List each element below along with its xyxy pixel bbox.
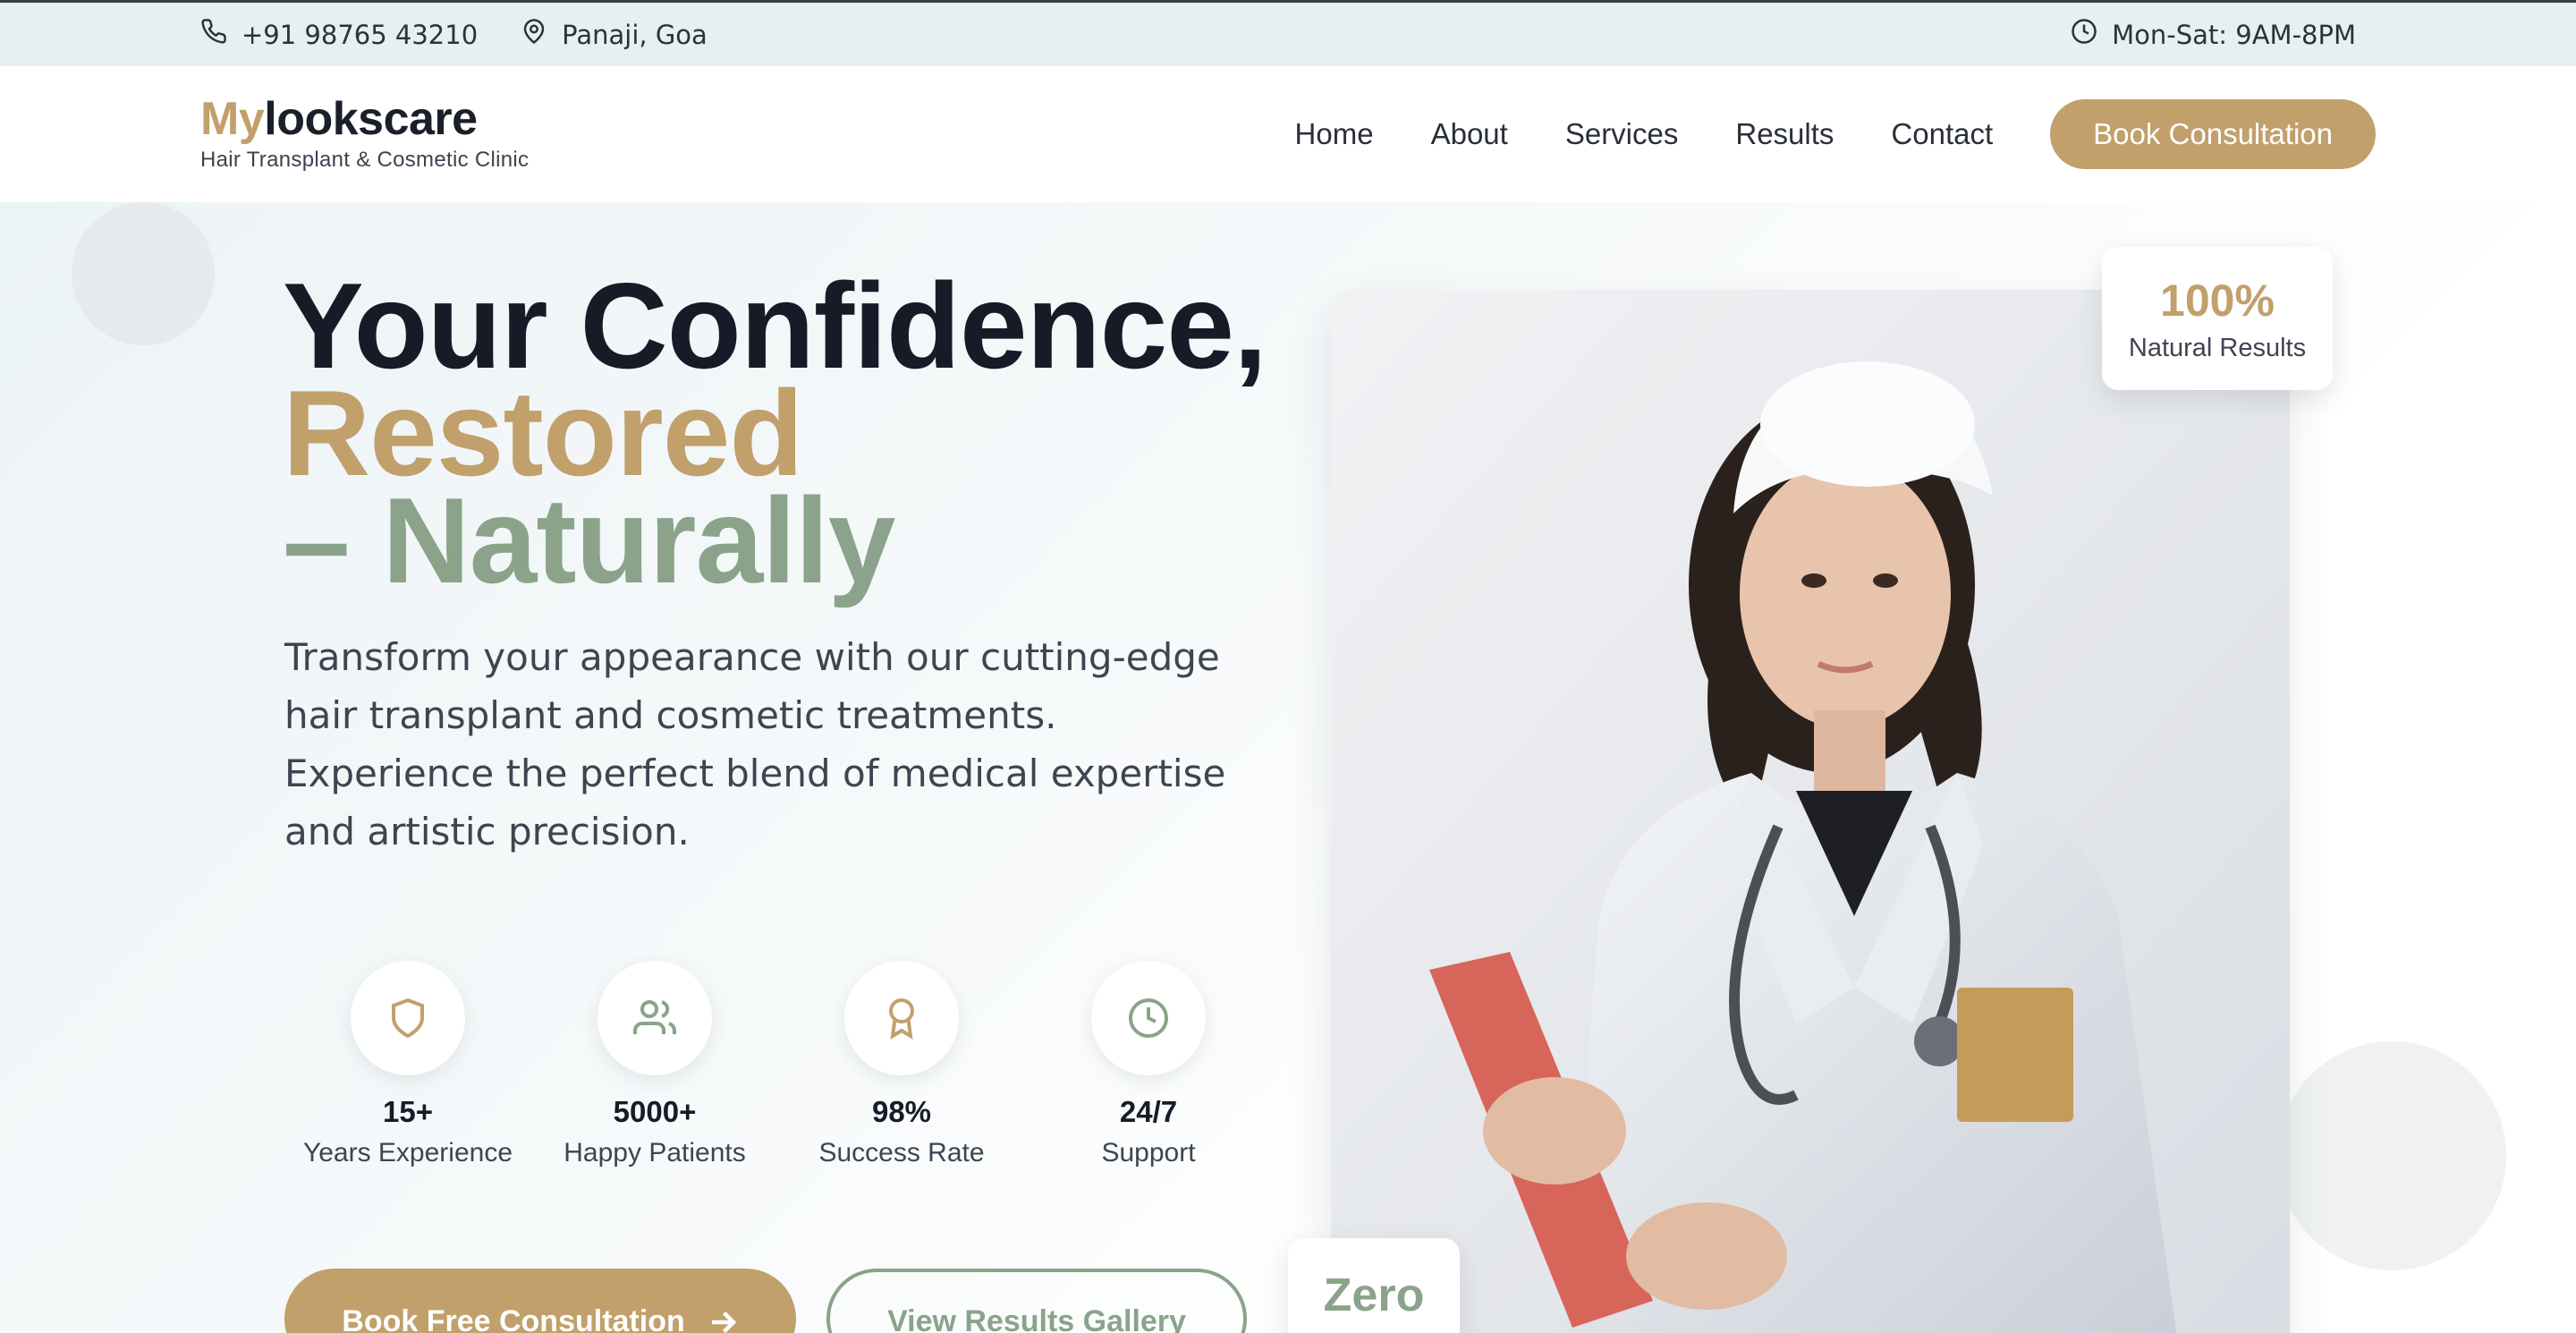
site-header: Mylookscare Hair Transplant & Cosmetic C… [0, 66, 2576, 202]
badge-value: 100% [2160, 275, 2275, 326]
logo-wordmark: Mylookscare [200, 96, 529, 142]
logo-prefix: My [200, 93, 265, 145]
nav-contact[interactable]: Contact [1891, 117, 1993, 151]
stat-support: 24/7 Support [1025, 961, 1272, 1168]
nav-results[interactable]: Results [1735, 117, 1834, 151]
shield-icon [351, 961, 465, 1075]
arrow-right-icon [707, 1304, 739, 1333]
hero-intro: Transform your appearance with our cutti… [284, 635, 1226, 853]
zero-badge: Zero [1288, 1238, 1460, 1333]
contact-info-group: +91 98765 43210 Panaji, Goa [200, 18, 708, 51]
users-icon [597, 961, 712, 1075]
stat-label: Support [1101, 1138, 1196, 1167]
phone-info[interactable]: +91 98765 43210 [200, 18, 478, 51]
logo-name: lookscare [264, 93, 478, 145]
stat-label: Happy Patients [564, 1138, 746, 1167]
stat-value: 5000+ [613, 1095, 697, 1128]
logo-tagline: Hair Transplant & Cosmetic Clinic [200, 148, 530, 172]
headline-line-3: – Naturally [283, 472, 895, 608]
nav-home[interactable]: Home [1295, 117, 1374, 151]
stat-value: 15+ [383, 1095, 433, 1128]
phone-icon [200, 18, 227, 51]
nav-about[interactable]: About [1431, 117, 1508, 151]
doctor-photo [1331, 290, 2290, 1333]
clock-icon [2071, 18, 2097, 51]
hero-cta-row: Book Free Consultation View Results Gall… [284, 1269, 1247, 1333]
map-pin-icon [521, 18, 547, 51]
button-label: Book Free Consultation [342, 1304, 685, 1333]
stat-label: Years Experience [302, 1138, 513, 1167]
stat-label: Success Rate [818, 1138, 985, 1167]
stats-row: 15+ Years Experience 5000+ Happy Patient… [284, 961, 1272, 1168]
view-results-gallery-button[interactable]: View Results Gallery [826, 1269, 1247, 1333]
hours-text: Mon-Sat: 9AM-8PM [2112, 19, 2356, 50]
top-info-bar: +91 98765 43210 Panaji, Goa Mon-Sat: 9AM… [0, 0, 2576, 66]
badge-label: Natural Results [2128, 333, 2307, 362]
stat-value: 98% [871, 1095, 932, 1128]
stat-success: 98% Success Rate [778, 961, 1025, 1168]
main-nav: Home About Services Results Contact Book… [1295, 99, 2376, 169]
hours-info: Mon-Sat: 9AM-8PM [2071, 18, 2356, 51]
stat-value: 24/7 [1119, 1095, 1178, 1128]
hero-headline: Your Confidence, Restored – Naturally [283, 258, 1267, 608]
headline-line-2: Restored [283, 365, 803, 501]
book-free-consultation-button[interactable]: Book Free Consultation [284, 1269, 796, 1333]
clock-icon [1091, 961, 1206, 1075]
natural-results-badge: 100% Natural Results [2102, 247, 2333, 390]
badge-value: Zero [1323, 1269, 1425, 1321]
stat-experience: 15+ Years Experience [284, 961, 531, 1168]
decorative-circle [72, 202, 215, 345]
location-info: Panaji, Goa [521, 18, 708, 51]
nav-services[interactable]: Services [1565, 117, 1679, 151]
decorative-circle [2277, 1041, 2506, 1270]
award-icon [844, 961, 959, 1075]
logo[interactable]: Mylookscare Hair Transplant & Cosmetic C… [200, 96, 529, 173]
phone-number: +91 98765 43210 [242, 19, 479, 50]
book-consultation-button[interactable]: Book Consultation [2050, 99, 2376, 169]
location-text: Panaji, Goa [562, 19, 708, 50]
hero-section: Your Confidence, Restored – Naturally Tr… [0, 202, 2576, 1333]
stat-patients: 5000+ Happy Patients [531, 961, 778, 1168]
headline-line-1: Your Confidence, [283, 258, 1267, 394]
